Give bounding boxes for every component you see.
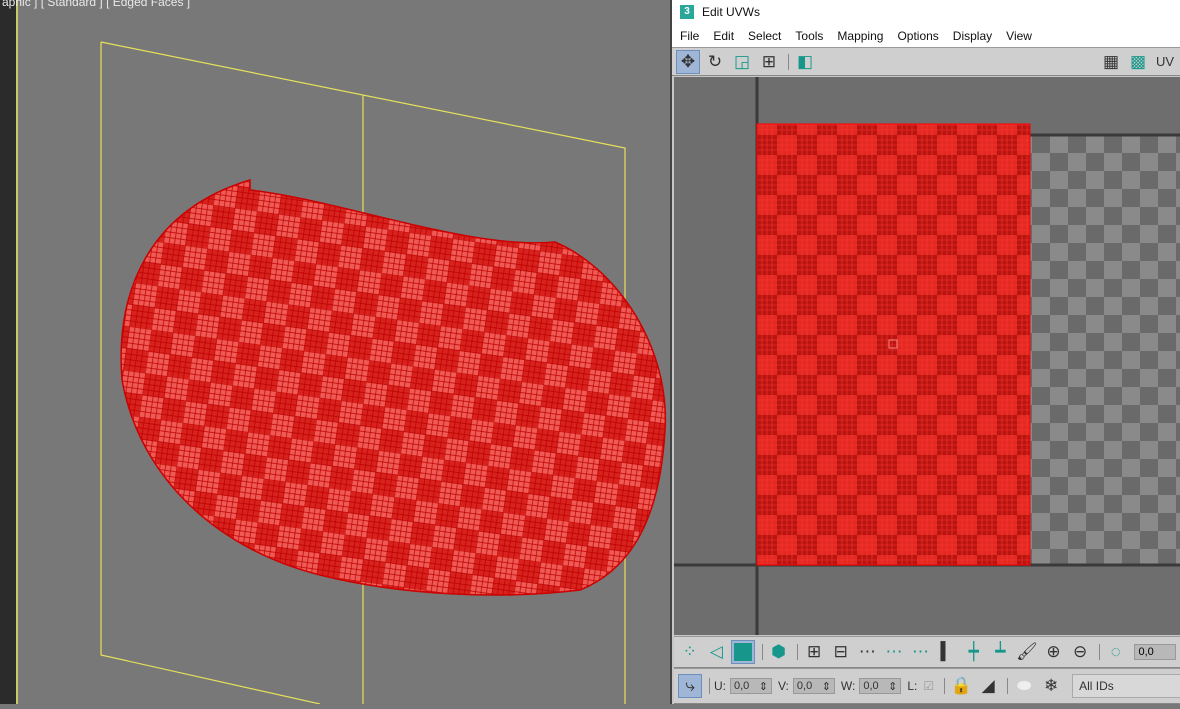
- checker-icon[interactable]: ▦: [1099, 50, 1123, 74]
- title-bar: 3 Edit UVWs: [672, 0, 1180, 24]
- paint-shrink-icon[interactable]: ⊖: [1068, 640, 1092, 664]
- uv-canvas[interactable]: [674, 77, 1180, 635]
- mirror-icon[interactable]: ◧: [793, 50, 817, 74]
- l-label: L:: [907, 679, 918, 693]
- w-label: W:: [840, 679, 856, 693]
- v-field[interactable]: 0,0 ⇕: [792, 678, 835, 694]
- lock-icon[interactable]: 🔒: [949, 674, 973, 698]
- edge-mode-icon[interactable]: ◁: [705, 640, 729, 664]
- main-toolbar: ✥ ↻ ◲ ⊞ ◧ ▦ ▩ UV: [672, 47, 1180, 76]
- spinner-icon[interactable]: ⇕: [888, 680, 897, 693]
- selection-toolbar: ⁘ ◁ ⬢ ⊞ ⊟ ⋯ ⋯ ⋯ ▍ ┿ ┷ 🖌 ⊕ ⊖ ◌ 0,0: [674, 636, 1180, 668]
- face-mode-icon[interactable]: [731, 640, 755, 664]
- uv-mode-button[interactable]: UV: [1153, 50, 1177, 74]
- rotate-icon[interactable]: ↻: [703, 50, 727, 74]
- menu-options[interactable]: Options: [897, 29, 938, 43]
- uv-grid: [674, 77, 1180, 635]
- paint-select-icon[interactable]: 🖌: [1015, 640, 1039, 664]
- scale-icon[interactable]: ◲: [730, 50, 754, 74]
- w-field[interactable]: 0,0 ⇕: [859, 678, 902, 694]
- l-checkbox[interactable]: ☑: [923, 679, 934, 693]
- ring-icon[interactable]: ▍: [935, 640, 959, 664]
- texture-checker-icon[interactable]: ▩: [1126, 50, 1150, 74]
- v-label: V:: [778, 679, 789, 693]
- paint-grow-icon[interactable]: ⊕: [1042, 640, 1066, 664]
- edit-uvws-window: 3 Edit UVWs File Edit Select Tools Mappi…: [670, 0, 1180, 704]
- uv-island: [756, 123, 1031, 566]
- menu-tools[interactable]: Tools: [795, 29, 823, 43]
- transform-toolbar: ⤷ U: 0,0 ⇕ V: 0,0 ⇕ W: 0,0 ⇕ L: ☑ 🔒 ◢ ⬬ ❄ A…: [674, 668, 1180, 704]
- menu-edit[interactable]: Edit: [713, 29, 734, 43]
- loop-grow-icon[interactable]: ⋯: [882, 640, 906, 664]
- mesh-object: [120, 178, 667, 596]
- grow-selection-icon[interactable]: ⊞: [802, 640, 826, 664]
- move-icon[interactable]: ✥: [676, 49, 700, 74]
- loop-icon[interactable]: ⋯: [856, 640, 880, 664]
- menu-display[interactable]: Display: [953, 29, 992, 43]
- material-id-dropdown[interactable]: All IDs: [1072, 674, 1180, 698]
- freeze-icon[interactable]: ❄: [1039, 674, 1063, 698]
- loop-shrink-icon[interactable]: ⋯: [909, 640, 933, 664]
- menu-select[interactable]: Select: [748, 29, 781, 43]
- menu-mapping[interactable]: Mapping: [837, 29, 883, 43]
- soft-selection-field[interactable]: 0,0: [1134, 644, 1176, 660]
- window-title: Edit UVWs: [702, 5, 761, 19]
- shrink-selection-icon[interactable]: ⊟: [829, 640, 853, 664]
- viewport-scene: [100, 41, 667, 705]
- show-hidden-icon[interactable]: ◢: [976, 674, 1000, 698]
- ring-shrink-icon[interactable]: ┷: [989, 640, 1013, 664]
- vertex-mode-icon[interactable]: ⁘: [678, 640, 702, 664]
- app-icon: 3: [680, 5, 694, 19]
- hide-icon[interactable]: ⬬: [1012, 674, 1036, 698]
- ring-grow-icon[interactable]: ┿: [962, 640, 986, 664]
- element-mode-icon[interactable]: ⬢: [767, 640, 791, 664]
- viewport-side-strip: [0, 0, 18, 704]
- u-label: U:: [714, 679, 726, 693]
- menu-view[interactable]: View: [1006, 29, 1032, 43]
- freeform-icon[interactable]: ⊞: [757, 50, 781, 74]
- spinner-icon[interactable]: ⇕: [759, 680, 768, 693]
- divider: [788, 53, 789, 70]
- soft-selection-icon[interactable]: ◌: [1104, 640, 1128, 664]
- menu-bar: File Edit Select Tools Mapping Options D…: [672, 24, 1180, 47]
- absolute-offset-icon[interactable]: ⤷: [678, 674, 702, 698]
- u-field[interactable]: 0,0 ⇕: [730, 678, 772, 694]
- 3d-viewport[interactable]: aphic ] [ Standard ] [ Edged Faces ]: [2, 0, 670, 705]
- viewport-label: aphic ] [ Standard ] [ Edged Faces ]: [2, 0, 191, 9]
- spinner-icon[interactable]: ⇕: [822, 680, 831, 693]
- menu-file[interactable]: File: [680, 29, 699, 43]
